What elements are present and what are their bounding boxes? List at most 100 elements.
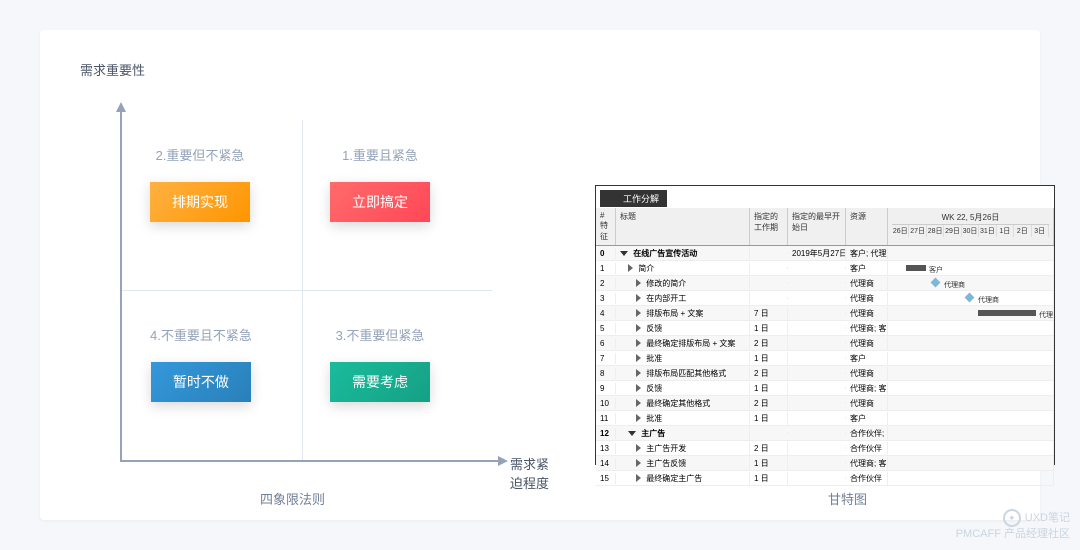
cell-start [788,372,846,374]
cell-resource: 客户 [846,262,888,275]
cell-resource: 代理商 [846,397,888,410]
cell-title: 最终确定主广告 [616,472,750,485]
expand-right-icon[interactable] [636,459,641,467]
table-row[interactable]: 2 修改的简介 代理商 代理商 [596,276,1054,291]
cell-resource: 代理商 [846,292,888,305]
q4-action: 暂时不做 [151,362,251,402]
cell-duration: 1 日 [750,412,788,425]
cell-resource: 客户 [846,352,888,365]
week-label: WK 22, 5月26日 [892,211,1049,225]
cell-start [788,462,846,464]
cell-title: 修改的简介 [616,277,750,290]
table-row[interactable]: 15 最终确定主广告1 日合作伙伴 [596,471,1054,486]
table-row[interactable]: 4 排版布局 + 文案7 日代理商代理商 [596,306,1054,321]
cell-index: 2 [596,278,616,289]
cell-start [788,387,846,389]
cell-resource: 代理商 [846,277,888,290]
cell-start [788,402,846,404]
expand-down-icon[interactable] [628,431,636,436]
day-cell: 3日 [1032,225,1049,237]
table-row[interactable]: 0 在线广告宣传活动2019年5月27日客户; 代理 [596,246,1054,261]
gantt-cell [888,396,1054,410]
milestone-icon[interactable] [931,278,941,288]
table-row[interactable]: 5 反馈1 日代理商; 客 [596,321,1054,336]
q2-action: 排期实现 [150,182,250,222]
table-row[interactable]: 3 在内部开工代理商代理商 [596,291,1054,306]
cell-start [788,477,846,479]
milestone-label: 代理商 [944,280,965,286]
cell-duration: 1 日 [750,352,788,365]
table-row[interactable]: 9 反馈1 日代理商; 客 [596,381,1054,396]
table-row[interactable]: 10 最终确定其他格式2 日 代理商 [596,396,1054,411]
cell-title: 最终确定排版布局 + 文案 [616,337,750,350]
expand-right-icon[interactable] [636,414,641,422]
expand-right-icon[interactable] [636,309,641,317]
expand-right-icon[interactable] [636,399,641,407]
cell-index: 0 [596,248,616,259]
cell-duration: 7 日 [750,307,788,320]
expand-down-icon[interactable] [620,251,628,256]
table-row[interactable]: 6 最终确定排版布局 + 文案2 日代理商 [596,336,1054,351]
cell-resource: 代理商 [846,367,888,380]
expand-right-icon[interactable] [636,279,641,287]
expand-right-icon[interactable] [636,384,641,392]
quadrant-chart: 需求重要性 2.重要但不紧急 排期实现 1.重要且紧急 立即搞定 4.不重要且不… [60,50,550,510]
expand-right-icon[interactable] [636,474,641,482]
expand-right-icon[interactable] [636,294,641,302]
cell-title: 最终确定其他格式 [616,397,750,410]
cell-duration: 2 日 [750,397,788,410]
cell-title: 批准 [616,352,750,365]
quadrant-1: 1.重要且紧急 立即搞定 [330,145,430,222]
cell-title: 排版布局 + 文案 [616,307,750,320]
expand-right-icon[interactable] [628,264,633,272]
gantt-bar[interactable] [906,265,926,271]
table-row[interactable]: 11 批准1 日客户 [596,411,1054,426]
cell-start [788,357,846,359]
day-cell: 31日 [979,225,996,237]
x-axis-label: 需求紧迫程度 [510,454,550,492]
cell-start [788,417,846,419]
gantt-toolbar[interactable]: 工作分解 [600,190,667,207]
day-cell: 29日 [944,225,961,237]
watermark-line1: UXD笔记 [1025,512,1070,524]
expand-right-icon[interactable] [636,369,641,377]
gantt-rows: 0 在线广告宣传活动2019年5月27日客户; 代理1 简介客户客户2 修改的简… [596,246,1054,486]
expand-right-icon[interactable] [636,324,641,332]
cell-duration: 1 日 [750,382,788,395]
cell-resource: 代理商; 客 [846,322,888,335]
gantt-cell [888,321,1054,335]
cell-resource: 客户 [846,412,888,425]
cell-index: 10 [596,398,616,409]
cell-index: 14 [596,458,616,469]
gantt-bar[interactable] [978,310,1036,316]
cell-index: 3 [596,293,616,304]
expand-right-icon[interactable] [636,354,641,362]
milestone-icon[interactable] [965,293,975,303]
cell-duration: 2 日 [750,442,788,455]
cell-index: 13 [596,443,616,454]
gantt-chart: 工作分解 # 特征 标题 指定的工作期 指定的最早开始日 资源 WK 22, 5… [595,185,1055,465]
table-row[interactable]: 12 主广告合作伙伴; [596,426,1054,441]
col-title: 标题 [616,208,750,245]
cell-resource: 代理商; 客 [846,457,888,470]
cell-duration [750,252,788,254]
gantt-bar-label: 客户 [929,265,943,271]
cell-duration [750,432,788,434]
table-row[interactable]: 13 主广告开发2 日合作伙伴 [596,441,1054,456]
cell-index: 8 [596,368,616,379]
table-row[interactable]: 14 主广告反馈1 日代理商; 客 [596,456,1054,471]
y-axis-label: 需求重要性 [80,60,145,79]
milestone-label: 代理商 [978,295,999,301]
table-row[interactable]: 7 批准1 日客户 [596,351,1054,366]
cell-start: 2019年5月27日 [788,247,846,260]
gantt-cell: 代理商 [888,306,1054,320]
cell-start [788,312,846,314]
cell-duration: 1 日 [750,322,788,335]
cell-start [788,342,846,344]
table-row[interactable]: 8 排版布局匹配其他格式2 日代理商 [596,366,1054,381]
expand-right-icon[interactable] [636,339,641,347]
cell-title: 在线广告宣传活动 [616,247,750,260]
table-row[interactable]: 1 简介客户客户 [596,261,1054,276]
expand-right-icon[interactable] [636,444,641,452]
col-index: # 特征 [596,208,616,245]
